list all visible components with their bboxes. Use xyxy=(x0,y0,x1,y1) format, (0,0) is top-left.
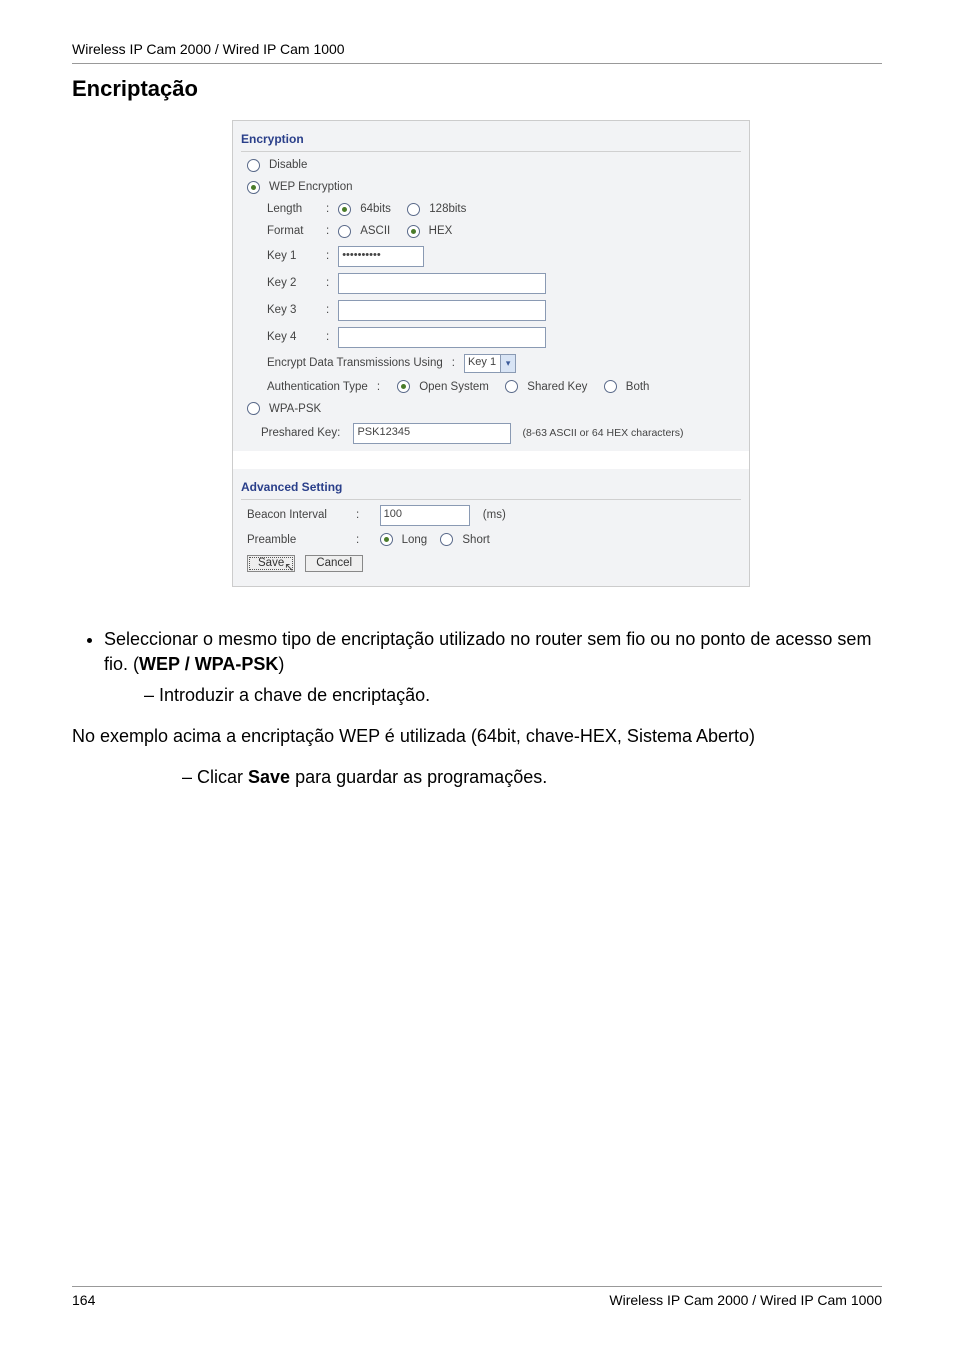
beacon-label: Beacon Interval xyxy=(247,507,347,523)
radio-shared-key[interactable] xyxy=(505,380,518,393)
label-open-system: Open System xyxy=(419,379,489,395)
radio-ascii[interactable] xyxy=(338,225,351,238)
label-ascii: ASCII xyxy=(360,223,390,239)
button-row: Save ↖ Cancel xyxy=(233,551,749,582)
disable-label: Disable xyxy=(269,157,307,173)
example-paragraph: No exemplo acima a encriptação WEP é uti… xyxy=(72,724,882,749)
radio-short[interactable] xyxy=(440,533,453,546)
page-header: Wireless IP Cam 2000 / Wired IP Cam 1000 xyxy=(72,40,882,64)
beacon-input[interactable]: 100 xyxy=(380,505,470,526)
wep-label: WEP Encryption xyxy=(269,179,353,195)
length-label: Length xyxy=(267,201,317,217)
instruction-sub-2: Clicar Save para guardar as programações… xyxy=(182,765,882,790)
key1-row: Key 1: •••••••••• xyxy=(233,243,749,270)
encrypt-using-row: Encrypt Data Transmissions Using: Key 1 … xyxy=(233,351,749,376)
instruction-sub-list-2: Clicar Save para guardar as programações… xyxy=(182,765,882,790)
label-64bits: 64bits xyxy=(360,201,391,217)
encryption-panel-screenshot: Encryption Disable WEP Encryption Length… xyxy=(232,120,750,586)
label-hex: HEX xyxy=(429,223,453,239)
preamble-label: Preamble xyxy=(247,532,347,548)
wpa-label: WPA-PSK xyxy=(269,401,321,417)
encryption-heading: Encryption xyxy=(241,125,741,152)
key2-row: Key 2: xyxy=(233,270,749,297)
key3-label: Key 3 xyxy=(267,302,317,318)
advanced-heading: Advanced Setting xyxy=(241,473,741,500)
key3-row: Key 3: xyxy=(233,297,749,324)
label-128bits: 128bits xyxy=(429,201,466,217)
instruction-sub-1: Introduzir a chave de encriptação. xyxy=(144,683,882,708)
psk-input[interactable]: PSK12345 xyxy=(353,423,511,444)
chevron-down-icon: ▾ xyxy=(500,355,515,372)
beacon-unit: (ms) xyxy=(483,507,506,523)
radio-open-system[interactable] xyxy=(397,380,410,393)
key1-input[interactable]: •••••••••• xyxy=(338,246,424,267)
format-label: Format xyxy=(267,223,317,239)
radio-disable[interactable] xyxy=(247,159,260,172)
radio-long[interactable] xyxy=(380,533,393,546)
key3-input[interactable] xyxy=(338,300,546,321)
cursor-icon: ↖ xyxy=(284,559,294,576)
auth-type-label: Authentication Type xyxy=(267,379,368,395)
auth-type-row: Authentication Type: Open System Shared … xyxy=(233,376,749,398)
radio-wpa[interactable] xyxy=(247,402,260,415)
psk-hint: (8-63 ASCII or 64 HEX characters) xyxy=(522,426,683,441)
page-number: 164 xyxy=(72,1291,95,1311)
key2-input[interactable] xyxy=(338,273,546,294)
disable-row[interactable]: Disable xyxy=(233,154,749,176)
header-product: Wireless IP Cam 2000 / Wired IP Cam 1000 xyxy=(72,41,345,57)
label-long: Long xyxy=(402,532,428,548)
encrypt-using-label: Encrypt Data Transmissions Using xyxy=(267,355,443,371)
key1-label: Key 1 xyxy=(267,248,317,264)
wep-row[interactable]: WEP Encryption xyxy=(233,176,749,198)
key2-label: Key 2 xyxy=(267,275,317,291)
section-title: Encriptação xyxy=(72,74,882,105)
encrypt-key-value: Key 1 xyxy=(468,355,496,370)
label-shared-key: Shared Key xyxy=(527,379,587,395)
key4-input[interactable] xyxy=(338,327,546,348)
wpa-row[interactable]: WPA-PSK xyxy=(233,398,749,420)
instruction-item-1: Seleccionar o mesmo tipo de encriptação … xyxy=(104,627,882,709)
key4-row: Key 4: xyxy=(233,324,749,351)
label-both: Both xyxy=(626,379,650,395)
radio-wep[interactable] xyxy=(247,181,260,194)
instruction-list: Seleccionar o mesmo tipo de encriptação … xyxy=(104,627,882,709)
format-row: Format: ASCII HEX xyxy=(233,220,749,242)
cancel-button[interactable]: Cancel xyxy=(305,555,363,572)
footer-product: Wireless IP Cam 2000 / Wired IP Cam 1000 xyxy=(609,1291,882,1311)
encrypt-key-select[interactable]: Key 1 ▾ xyxy=(464,354,516,373)
radio-128bits[interactable] xyxy=(407,203,420,216)
page-footer: 164 Wireless IP Cam 2000 / Wired IP Cam … xyxy=(72,1286,882,1311)
key4-label: Key 4 xyxy=(267,329,317,345)
beacon-row: Beacon Interval: 100 (ms) xyxy=(233,502,749,529)
length-row: Length: 64bits 128bits xyxy=(233,198,749,220)
preamble-row: Preamble: Long Short xyxy=(233,529,749,551)
radio-hex[interactable] xyxy=(407,225,420,238)
radio-both[interactable] xyxy=(604,380,617,393)
radio-64bits[interactable] xyxy=(338,203,351,216)
psk-label: Preshared Key: xyxy=(261,425,340,441)
label-short: Short xyxy=(462,532,490,548)
psk-row: Preshared Key: PSK12345 (8-63 ASCII or 6… xyxy=(233,420,749,447)
